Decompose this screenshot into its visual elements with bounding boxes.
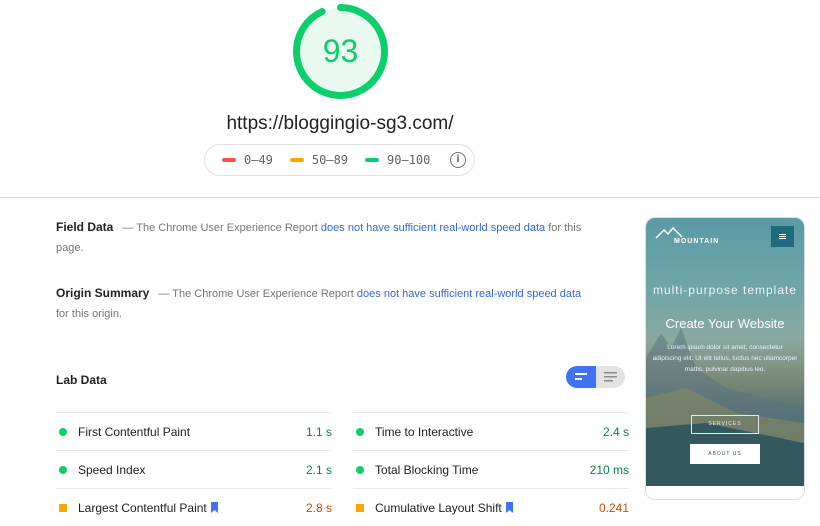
bookmark-icon — [210, 502, 218, 513]
metrics-view-toggle[interactable] — [566, 366, 625, 388]
preview-screen: MOUNTAIN multi-purpose template Create Y… — [646, 218, 804, 486]
metric-label: Total Blocking Time — [375, 462, 479, 477]
metric-first-contentful-paint: First Contentful Paint 1.1 s — [56, 412, 332, 450]
metric-label-wrap: Largest Contentful Paint — [78, 501, 306, 515]
field-data-prefix: — The Chrome User Experience Report — [122, 222, 318, 234]
metric-label: Speed Index — [78, 462, 146, 477]
score-legend: 0–49 50–89 90–100 i — [204, 144, 475, 176]
origin-summary-title: Origin Summary — [56, 286, 150, 300]
legend-label: 50–89 — [311, 153, 349, 167]
metric-cumulative-layout-shift: Cumulative Layout Shift 0.241 — [353, 488, 629, 526]
origin-summary-section: Origin Summary — The Chrome User Experie… — [56, 283, 586, 324]
detail-view-button[interactable] — [596, 366, 625, 388]
preview-about-button: ABOUT US — [690, 444, 760, 464]
legend-label: 90–100 — [387, 153, 431, 167]
preview-logo-text: MOUNTAIN — [674, 238, 720, 245]
field-data-section: Field Data — The Chrome User Experience … — [56, 217, 586, 258]
bookmark-icon — [505, 502, 513, 513]
origin-summary-suffix: for this origin. — [56, 308, 123, 320]
metric-largest-contentful-paint: Largest Contentful Paint 2.8 s — [56, 488, 332, 526]
metric-total-blocking-time: Total Blocking Time 210 ms — [353, 450, 629, 488]
metric-value: 1.1 s — [305, 424, 332, 439]
field-data-title: Field Data — [56, 220, 114, 234]
legend-item-pass: 90–100 — [365, 153, 430, 167]
detailed-list-icon — [604, 372, 617, 382]
metric-speed-index: Speed Index 2.1 s — [56, 450, 332, 488]
legend-label: 0–49 — [244, 153, 273, 167]
hamburger-icon — [779, 234, 786, 239]
metric-value: 210 ms — [589, 462, 629, 477]
average-square-icon — [356, 503, 364, 512]
average-square-icon — [59, 503, 67, 512]
preview-tagline: multi-purpose template — [652, 283, 798, 297]
average-bar-icon — [289, 158, 304, 162]
pass-dot-icon — [356, 427, 364, 436]
score-value: 93 — [322, 33, 359, 69]
metric-value: 2.1 s — [305, 462, 332, 477]
legend-item-fail: 0–49 — [222, 153, 273, 167]
metric-label: Cumulative Layout Shift — [375, 500, 502, 515]
list-view-button[interactable] — [566, 366, 596, 388]
origin-summary-prefix: — The Chrome User Experience Report — [158, 288, 354, 300]
compact-list-icon — [575, 373, 587, 380]
info-icon[interactable]: i — [450, 152, 466, 168]
preview-menu-button — [771, 226, 794, 247]
page-url: https://bloggingio-sg3.com/ — [226, 113, 454, 134]
metric-label-wrap: Cumulative Layout Shift — [375, 501, 599, 515]
preview-body-text: Lorem ipsum dolor sit amet, consectetur … — [652, 344, 798, 373]
pass-dot-icon — [356, 465, 364, 474]
preview-services-button: SERVICES — [691, 415, 759, 434]
metric-value: 2.8 s — [305, 500, 332, 515]
section-divider — [0, 197, 820, 198]
performance-score-gauge: 93 — [292, 3, 389, 100]
metric-value: 2.4 s — [602, 424, 629, 439]
field-data-link[interactable]: does not have sufficient real-world spee… — [321, 222, 545, 234]
origin-summary-link[interactable]: does not have sufficient real-world spee… — [357, 288, 581, 300]
pass-dot-icon — [59, 465, 67, 474]
page-screenshot-preview: MOUNTAIN multi-purpose template Create Y… — [645, 217, 805, 500]
metric-time-to-interactive: Time to Interactive 2.4 s — [353, 412, 629, 450]
pass-bar-icon — [365, 158, 380, 162]
legend-item-average: 50–89 — [289, 153, 349, 167]
metric-label: Time to Interactive — [375, 424, 474, 439]
fail-bar-icon — [222, 158, 236, 162]
pass-dot-icon — [59, 427, 67, 436]
metric-value: 0.241 — [598, 500, 629, 515]
preview-headline: Create Your Website — [665, 316, 785, 331]
metric-label: Largest Contentful Paint — [78, 500, 207, 515]
metric-label: First Contentful Paint — [78, 424, 191, 439]
lab-data-title: Lab Data — [56, 373, 107, 387]
